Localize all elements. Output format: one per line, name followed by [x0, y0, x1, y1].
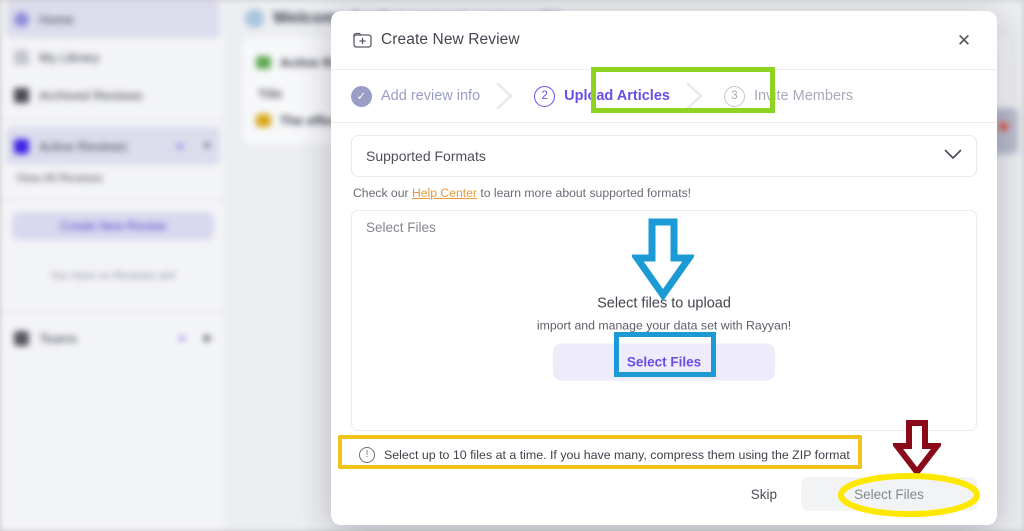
help-prefix: Check our [353, 186, 412, 200]
dropzone-content: Select files to upload import and manage… [352, 296, 976, 381]
sidebar-item-active-reviews[interactable]: Active Reviews + ▼ [6, 127, 220, 165]
step-label: Invite Members [753, 88, 854, 104]
close-icon[interactable]: ✕ [953, 29, 975, 51]
step-number: 3 [723, 85, 745, 107]
footer-buttons: Skip Select Files [351, 477, 977, 511]
help-center-line: Check our Help Center to learn more abou… [351, 177, 977, 210]
notification-dot [999, 122, 1008, 131]
sidebar-item-label: Teams [39, 330, 78, 346]
sidebar-item-label: Home [39, 11, 74, 27]
page-title: Create New Review [381, 31, 520, 48]
folder-icon [14, 138, 29, 154]
stepper: ✓ Add review info 2 Upload Articles 3 In… [331, 69, 997, 123]
divider [0, 120, 226, 121]
green-book-icon [256, 55, 271, 69]
file-dropzone[interactable]: Select Files Select files to upload impo… [351, 210, 977, 431]
folder-icon [256, 113, 271, 127]
sidebar-item-home[interactable]: Home [6, 0, 220, 38]
sidebar-item-teams[interactable]: Teams + ▶ [0, 319, 226, 357]
chevron-right-icon[interactable]: ▶ [204, 333, 212, 344]
create-new-review-button[interactable]: Create New Review [12, 212, 214, 240]
dropzone-subtext: import and manage your data set with Ray… [536, 318, 792, 333]
divider [0, 199, 226, 200]
chevron-down-icon[interactable] [944, 147, 962, 165]
step-upload-articles[interactable]: 2 Upload Articles [520, 85, 684, 107]
sidebar-item-label: Archived Reviews [39, 87, 143, 103]
step-invite-members[interactable]: 3 Invite Members [710, 85, 867, 107]
skip-button[interactable]: Skip [735, 479, 793, 510]
modal-body: Supported Formats Check our Help Center … [331, 123, 997, 431]
accordion-label: Supported Formats [366, 148, 486, 164]
step-label: Upload Articles [564, 88, 670, 104]
library-icon [14, 49, 29, 65]
chevron-down-icon[interactable]: ▼ [202, 141, 212, 152]
help-center-link[interactable]: Help Center [412, 186, 477, 200]
modal-footer: ! Select up to 10 files at a time. If yo… [331, 431, 997, 525]
sidebar: Home My Library Archived Reviews Active … [0, 0, 227, 531]
dropzone-headline: Select files to upload [597, 295, 731, 312]
folder-plus-icon [353, 32, 372, 48]
home-icon [14, 11, 29, 27]
select-files-primary-button[interactable]: Select Files [801, 477, 977, 511]
modal-header: Create New Review ✕ [331, 11, 997, 69]
create-new-review-modal: Create New Review ✕ ✓ Add review info 2 … [331, 11, 997, 525]
stepper-chevron-icon [684, 81, 710, 111]
plus-icon[interactable]: + [178, 330, 186, 346]
teams-icon [14, 330, 29, 346]
sidebar-item-my-library[interactable]: My Library [0, 38, 226, 76]
dropzone-label: Select Files [366, 220, 436, 235]
file-limit-info: ! Select up to 10 files at a time. If yo… [351, 441, 977, 469]
sidebar-item-label: Active Reviews [39, 138, 128, 154]
divider [0, 312, 226, 313]
stepper-chevron-icon [494, 81, 520, 111]
sidebar-item-archived-reviews[interactable]: Archived Reviews [0, 76, 226, 114]
avatar [245, 8, 264, 28]
empty-reviews-text: You have no Reviews yet! [49, 270, 177, 282]
sidebar-item-label: My Library [39, 49, 100, 65]
step-check-icon: ✓ [351, 85, 372, 107]
plus-icon[interactable]: + [176, 138, 184, 154]
select-files-button[interactable]: Select Files [553, 343, 775, 381]
info-circle-icon: ! [359, 447, 375, 463]
supported-formats-accordion[interactable]: Supported Formats [351, 135, 977, 177]
step-label: Add review info [381, 88, 481, 104]
step-number: 2 [534, 85, 556, 107]
file-limit-text: Select up to 10 files at a time. If you … [384, 448, 850, 462]
archive-icon [14, 87, 29, 103]
step-add-review-info[interactable]: ✓ Add review info [337, 85, 494, 107]
help-suffix: to learn more about supported formats! [476, 186, 692, 200]
view-all-reviews-link[interactable]: View All Reviews [0, 165, 226, 193]
